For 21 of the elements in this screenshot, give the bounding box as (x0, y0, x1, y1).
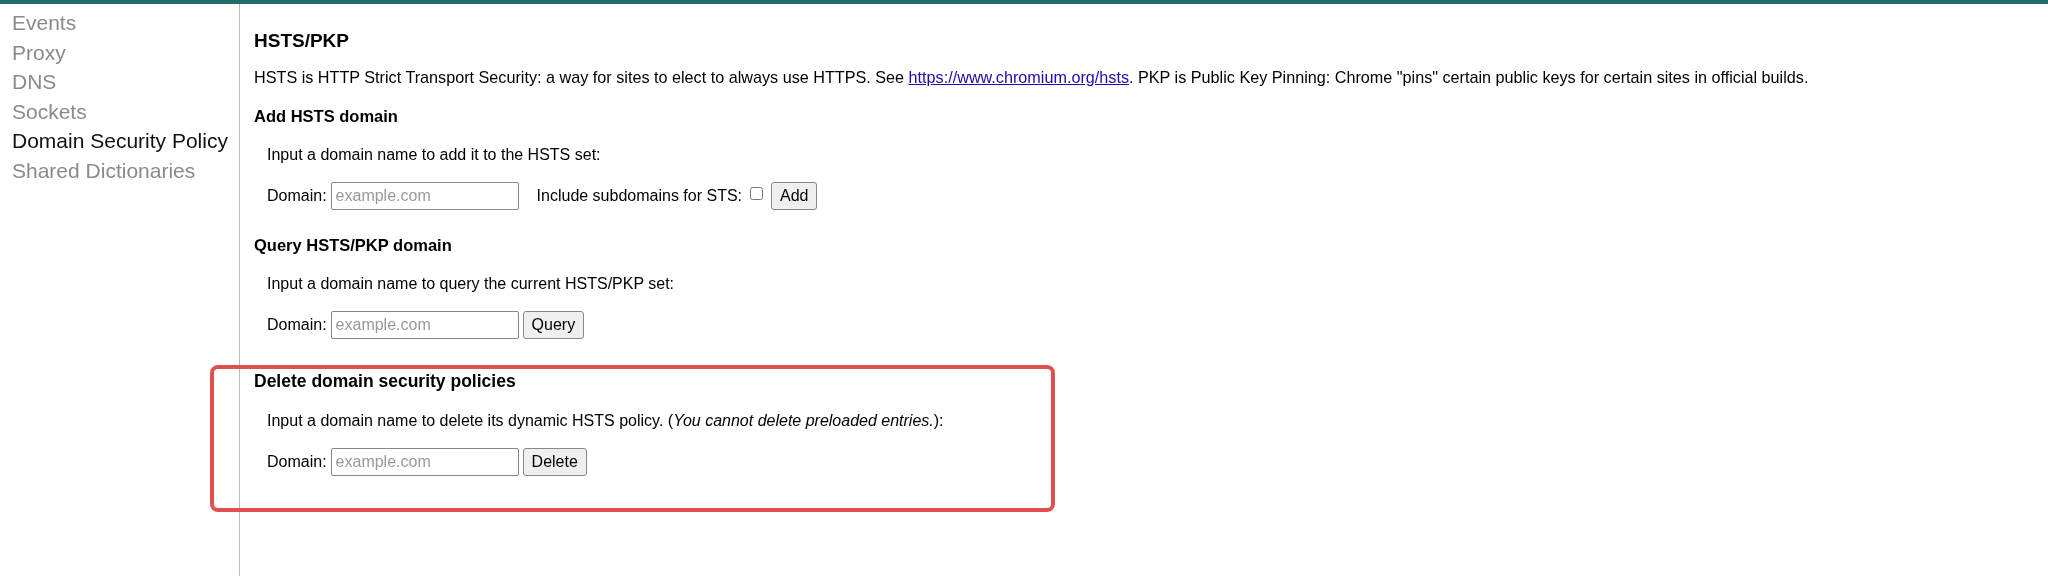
action-button[interactable]: Add (771, 182, 818, 210)
page-title: HSTS/PKP (254, 30, 351, 52)
checkbox[interactable] (750, 186, 763, 200)
domain-input-field[interactable]: example.com (330, 311, 519, 339)
domain-input-field[interactable]: example.com (330, 448, 519, 476)
section-description: Input a domain name to add it to the HSTS set: (267, 146, 602, 164)
sidebar-item[interactable]: Domain Security Policy (0, 126, 228, 156)
domain-input-field[interactable]: example.com (330, 182, 519, 210)
section-description: Input a domain name to delete its dynamic HSTS policy. (You cannot delete preloaded entries.): (267, 412, 945, 430)
section-heading: Add HSTS domain (254, 107, 399, 126)
intro-paragraph: HSTS is HTTP Strict Transport Security: a way for sites to elect to always use HTTPS. See https://www.chromium.org/hsts. PKP is Public Key Pinning: Chrome "pins" certain public keys for certain sites in official builds. (254, 68, 1810, 87)
section-description: Input a domain name to query the current HSTS/PKP set: (267, 275, 676, 293)
link[interactable]: https://www.chromium.org/hsts (908, 68, 1129, 86)
field-label: Domain: (267, 316, 327, 334)
section-heading: Query HSTS/PKP domain (254, 236, 453, 255)
action-button[interactable]: Delete (522, 448, 587, 476)
action-button[interactable]: Query (522, 311, 585, 339)
checkbox-label: Include subdomains for STS: (536, 187, 742, 205)
field-label: Domain: (267, 187, 327, 205)
section-heading: Delete domain security policies (254, 371, 517, 392)
field-label: Domain: (267, 453, 327, 471)
